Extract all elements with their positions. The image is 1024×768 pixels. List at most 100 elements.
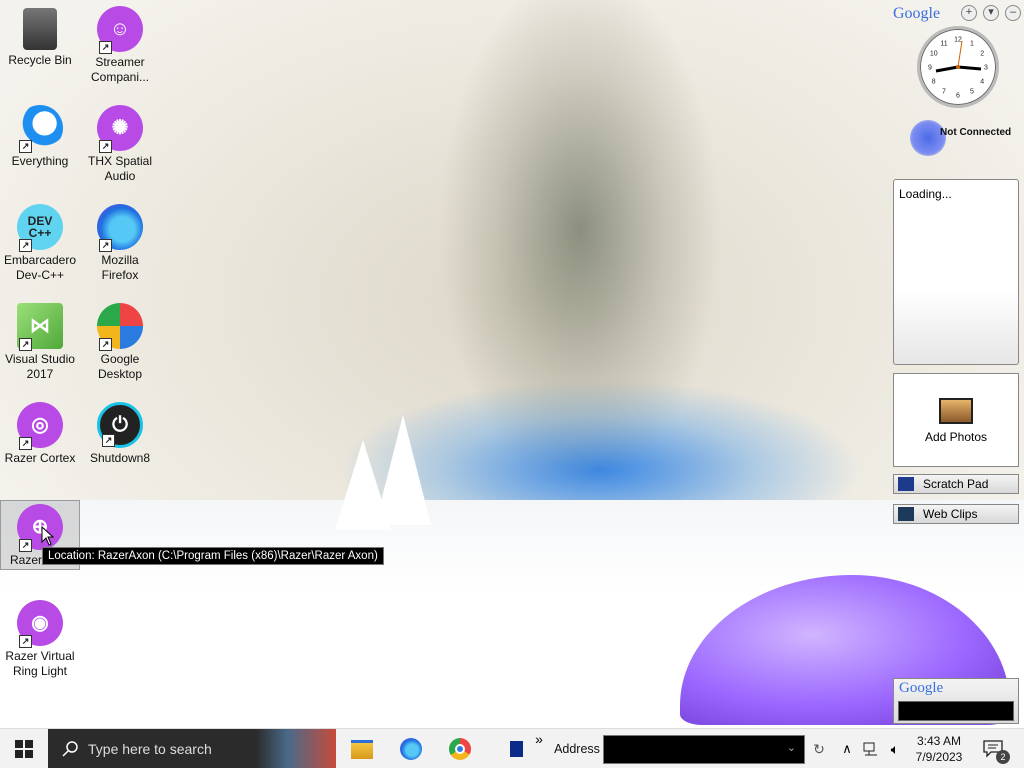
google-logo: Google: [893, 5, 941, 22]
web-clips-gadget[interactable]: Web Clips: [893, 504, 1019, 524]
google-desktop-sidebar: Google + ▾ – 12 1 2 3 4 5 6 7 8 9 10 11 Not Connect…: [890, 0, 1024, 728]
shortcut-arrow-icon: ↗: [99, 140, 112, 153]
clock-number: 8: [932, 79, 936, 86]
speaker-icon: 🔈︎: [890, 740, 900, 757]
tray-date: 7/9/2023: [915, 750, 963, 764]
firefox-taskbar-button[interactable]: [389, 729, 433, 768]
app-shortcut-icon: [509, 741, 523, 757]
sidebar-minimize-button[interactable]: –: [1005, 5, 1021, 21]
scratch-pad-label: Scratch Pad: [923, 477, 989, 491]
chrome-taskbar-button[interactable]: [438, 729, 482, 768]
desktop-icon-razer-cortex[interactable]: ◎ ↗ Razer Cortex: [1, 402, 79, 466]
razer-cortex-icon: ◎ ↗: [17, 402, 63, 450]
search-icon: [62, 741, 78, 757]
sidebar-menu-button[interactable]: ▾: [983, 5, 999, 21]
toolbar-overflow-button[interactable]: »: [532, 729, 546, 768]
windows-logo-icon: [15, 740, 33, 758]
google-desktop-icon: ↗: [97, 303, 143, 351]
clock-number: 7: [942, 89, 946, 96]
icon-label: Razer Virtual: [5, 649, 75, 663]
news-loading-text: Loading...: [899, 187, 952, 201]
sidebar-header: Google + ▾ –: [893, 3, 1021, 23]
volume-tray-button[interactable]: 🔈︎: [884, 729, 906, 768]
address-label: Address: [554, 742, 600, 756]
file-explorer-button[interactable]: [340, 729, 384, 768]
chrome-icon: [449, 738, 471, 760]
tray-time: 3:43 AM: [916, 734, 962, 748]
search-gadget-logo: Google: [899, 680, 944, 696]
icon-label: Recycle Bin: [8, 53, 72, 67]
icon-label: Dev-C++: [15, 268, 65, 282]
shortcut-arrow-icon: ↗: [19, 140, 32, 153]
icon-label: Visual Studio: [5, 352, 75, 366]
streamer-companion-icon: ☺ ↗: [97, 6, 143, 54]
shortcut-arrow-icon: ↗: [19, 437, 32, 450]
network-tray-button[interactable]: [860, 729, 882, 768]
google-search-input[interactable]: [898, 701, 1014, 721]
clock-number: 6: [956, 93, 960, 100]
clock-number: 9: [928, 65, 932, 72]
scratch-pad-gadget[interactable]: Scratch Pad: [893, 474, 1019, 494]
icon-label: Compani...: [90, 70, 150, 84]
icon-label: Streamer: [95, 55, 145, 69]
clock-number: 3: [984, 65, 988, 72]
visual-studio-icon: ⋈ ↗: [17, 303, 63, 351]
taskbar: Type here to search » Address ⌄ ↻ ∧ 🔈︎ 3…: [0, 728, 1024, 768]
shortcut-arrow-icon: ↗: [19, 338, 32, 351]
chrome-center: [455, 744, 465, 754]
devcpp-glyph: DEV C++: [27, 214, 53, 240]
quick-launch-button[interactable]: [504, 729, 528, 768]
devcpp-icon: DEV C++ ↗: [17, 204, 63, 252]
desktop-icon-devcpp[interactable]: DEV C++ ↗ Embarcadero Dev-C++: [1, 204, 79, 283]
show-hidden-icons-button[interactable]: ∧: [838, 729, 856, 768]
razer-ring-light-icon: ◉ ↗: [17, 600, 63, 648]
network-icon: [863, 742, 877, 756]
razer-axon-icon: ⊕ ↗: [17, 504, 63, 552]
desktop-icon-thx-spatial-audio[interactable]: ✺ ↗ THX Spatial Audio: [81, 105, 159, 184]
network-status-text: Not Connected: [940, 127, 1012, 138]
shortcut-arrow-icon: ↗: [19, 635, 32, 648]
location-tooltip: Location: RazerAxon (C:\Program Files (x…: [42, 547, 384, 565]
start-button[interactable]: [0, 729, 48, 768]
icon-label: Mozilla: [101, 253, 139, 267]
desktop-icon-firefox[interactable]: ↗ Mozilla Firefox: [81, 204, 159, 283]
analog-clock[interactable]: 12 1 2 3 4 5 6 7 8 9 10 11: [917, 26, 999, 108]
shutdown-icon: ⏻ ↗: [97, 402, 143, 448]
everything-search-icon: ↗: [17, 105, 63, 153]
clock-tray[interactable]: 3:43 AM 7/9/2023: [910, 729, 968, 768]
photos-gadget[interactable]: Add Photos: [893, 373, 1019, 467]
icon-label: Shutdown8: [89, 451, 151, 465]
scratch-pad-icon: [898, 477, 914, 491]
clock-number: 12: [954, 37, 962, 44]
clock-number: 11: [940, 40, 947, 47]
icon-label: Ring Light: [12, 664, 68, 678]
desktop-icon-shutdown8[interactable]: ⏻ ↗ Shutdown8: [81, 402, 159, 466]
shortcut-arrow-icon: ↗: [102, 434, 115, 447]
web-clips-label: Web Clips: [923, 507, 978, 521]
search-placeholder: Type here to search: [88, 741, 212, 757]
shortcut-arrow-icon: ↗: [19, 239, 32, 252]
firefox-icon: [400, 738, 422, 760]
add-photos-label: Add Photos: [924, 430, 988, 444]
taskbar-search-box[interactable]: Type here to search: [48, 729, 336, 768]
address-dropdown-icon[interactable]: ⌄: [787, 741, 796, 754]
shortcut-arrow-icon: ↗: [99, 41, 112, 54]
icon-label: Embarcadero: [3, 253, 77, 267]
address-go-button[interactable]: ↻: [808, 729, 830, 768]
desktop-icon-streamer-companion[interactable]: ☺ ↗ Streamer Compani...: [81, 6, 159, 85]
add-gadget-button[interactable]: +: [961, 5, 977, 21]
refresh-icon: ↻: [813, 740, 825, 757]
desktop-icon-recycle-bin[interactable]: Recycle Bin: [1, 6, 79, 68]
clock-number: 4: [980, 79, 984, 86]
news-gadget[interactable]: Loading...: [893, 179, 1019, 365]
address-input[interactable]: ⌄: [603, 735, 805, 764]
file-explorer-icon: [351, 739, 373, 759]
action-center-button[interactable]: 2: [978, 729, 1010, 768]
desktop-icon-everything[interactable]: ↗ Everything: [1, 105, 79, 169]
google-search-gadget: Google: [893, 678, 1019, 724]
shortcut-arrow-icon: ↗: [99, 239, 112, 252]
desktop-icon-google-desktop[interactable]: ↗ Google Desktop: [81, 303, 159, 382]
desktop-icon-visual-studio[interactable]: ⋈ ↗ Visual Studio 2017: [1, 303, 79, 382]
desktop-icon-razer-ring-light[interactable]: ◉ ↗ Razer Virtual Ring Light: [1, 600, 79, 679]
icon-label: Razer Cortex: [4, 451, 76, 465]
